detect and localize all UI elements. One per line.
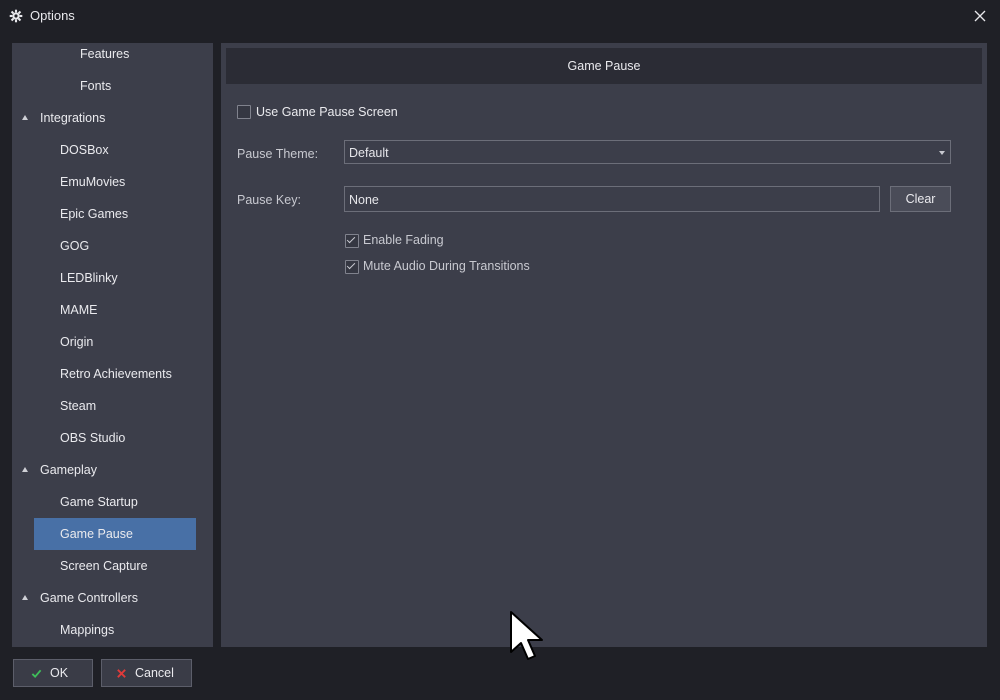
mouse-cursor-icon (510, 611, 543, 660)
mute-audio-checkbox[interactable] (345, 260, 359, 274)
tree-item-label: OBS Studio (60, 431, 126, 445)
tree-item-label: Mappings (60, 623, 115, 637)
expander-icon[interactable] (22, 467, 28, 472)
pause-theme-label: Pause Theme: (237, 147, 319, 161)
enable-fading-label[interactable]: Enable Fading (363, 233, 444, 247)
tree-item-mappings[interactable]: Mappings (12, 614, 202, 646)
cancel-label: Cancel (135, 666, 174, 680)
tree-item-epic-games[interactable]: Epic Games (12, 198, 202, 230)
tree-item-ledblinky[interactable]: LEDBlinky (12, 262, 202, 294)
pause-key-value: None (349, 193, 379, 207)
tree-item-label: Fonts (80, 79, 112, 93)
x-icon (117, 669, 126, 678)
tree-item-obs-studio[interactable]: OBS Studio (12, 422, 202, 454)
cancel-button[interactable]: Cancel (101, 659, 192, 687)
tree-item-label: Screen Capture (60, 559, 148, 573)
tree-item-game-pause[interactable]: Game Pause (34, 518, 196, 550)
close-icon[interactable] (972, 8, 988, 24)
tree-item-retro-achievements[interactable]: Retro Achievements (12, 358, 202, 390)
settings-panel: Game Pause Use Game Pause Screen Pause T… (221, 43, 987, 647)
expander-icon[interactable] (22, 595, 28, 600)
tree-item-label: Gameplay (40, 463, 97, 477)
pause-theme-value: Default (349, 146, 389, 160)
ok-label: OK (50, 666, 69, 680)
section-header: Game Pause (226, 48, 982, 84)
mute-audio-label[interactable]: Mute Audio During Transitions (363, 259, 530, 273)
tree-item-emumovies[interactable]: EmuMovies (12, 166, 202, 198)
window-title: Options (30, 8, 75, 23)
tree-item-label: DOSBox (60, 143, 109, 157)
tree-item-label: Steam (60, 399, 97, 413)
tree-item-features[interactable]: Features (12, 43, 202, 70)
title-bar: Options (0, 0, 1000, 32)
tree-item-screen-capture[interactable]: Screen Capture (12, 550, 202, 582)
tree-item-origin[interactable]: Origin (12, 326, 202, 358)
dropdown-arrow-icon (939, 151, 945, 155)
pause-theme-dropdown[interactable]: Default (344, 140, 951, 164)
expander-icon[interactable] (22, 115, 28, 120)
checkmark-icon (31, 669, 42, 679)
tree-item-label: Epic Games (60, 207, 129, 221)
tree-item-game-controllers[interactable]: Game Controllers (12, 582, 202, 614)
tree-item-game-startup[interactable]: Game Startup (12, 486, 202, 518)
tree-item-dosbox[interactable]: DOSBox (12, 134, 202, 166)
tree-item-gameplay[interactable]: Gameplay (12, 454, 202, 486)
tree-item-label: Integrations (40, 111, 106, 125)
tree-item-label: Features (80, 47, 130, 61)
tree-item-gog[interactable]: GOG (12, 230, 202, 262)
pause-key-input[interactable]: None (344, 186, 880, 212)
tree-item-mame[interactable]: MAME (12, 294, 202, 326)
clear-button[interactable]: Clear (890, 186, 951, 212)
options-tree: Features Fonts Integrations DOSBox EmuMo… (12, 43, 213, 647)
tree-item-label: GOG (60, 239, 90, 253)
tree-item-label: Retro Achievements (60, 367, 172, 381)
gear-icon (9, 9, 23, 23)
tree-item-label: Game Startup (60, 495, 138, 509)
pause-key-label: Pause Key: (237, 193, 301, 207)
tree-item-label: LEDBlinky (60, 271, 118, 285)
tree-item-steam[interactable]: Steam (12, 390, 202, 422)
tree-item-label: Origin (60, 335, 94, 349)
use-pause-screen-label[interactable]: Use Game Pause Screen (256, 105, 398, 119)
enable-fading-checkbox[interactable] (345, 234, 359, 248)
tree-item-label: Game Controllers (40, 591, 138, 605)
tree-item-integrations[interactable]: Integrations (12, 102, 202, 134)
use-pause-screen-checkbox[interactable] (237, 105, 251, 119)
tree-item-label: Game Pause (60, 527, 133, 541)
tree-item-label: EmuMovies (60, 175, 126, 189)
tree-item-fonts[interactable]: Fonts (12, 70, 202, 102)
tree-item-label: MAME (60, 303, 98, 317)
ok-button[interactable]: OK (13, 659, 93, 687)
